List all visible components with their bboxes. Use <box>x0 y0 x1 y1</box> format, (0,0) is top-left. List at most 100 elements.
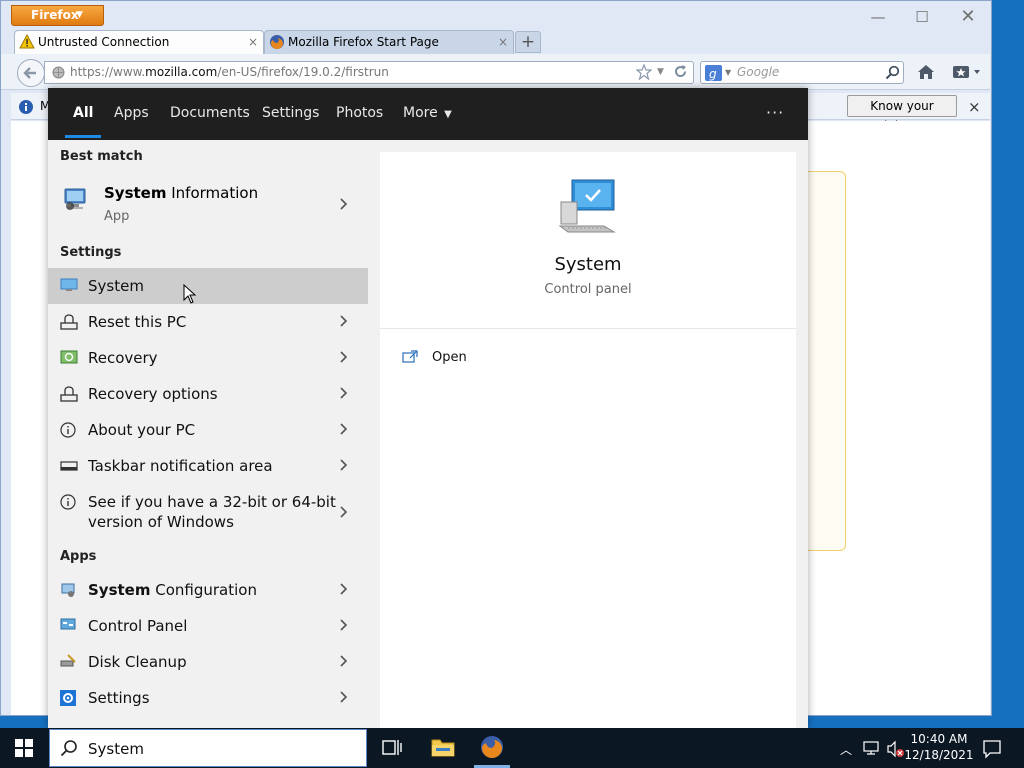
taskbar-icon <box>60 458 78 476</box>
chevron-right-icon[interactable] <box>336 616 350 634</box>
control-panel-icon <box>60 618 76 636</box>
show-hidden-icons-chevron-icon[interactable]: ︿ <box>840 741 852 758</box>
close-window-button[interactable]: ✕ <box>946 6 990 28</box>
search-engine-dropdown-icon[interactable]: ▼ <box>725 62 731 83</box>
settings-item-system[interactable]: System <box>48 268 368 304</box>
chevron-right-icon[interactable] <box>336 384 350 402</box>
search-icon <box>60 739 78 761</box>
filter-tab-apps[interactable]: Apps <box>114 88 149 140</box>
settings-item-label-line2: version of Windows <box>88 513 234 531</box>
chevron-right-icon[interactable] <box>336 580 350 598</box>
magnifier-icon[interactable] <box>885 65 900 87</box>
monitor-icon <box>60 278 78 296</box>
settings-item-32-or-64-bit[interactable]: See if you have a 32-bit or 64-bit versi… <box>48 484 368 540</box>
firefox-taskbar-icon[interactable] <box>480 735 504 763</box>
info-circle-icon <box>18 99 34 115</box>
tab-untrusted-connection[interactable]: Untrusted Connection × <box>14 30 264 54</box>
firefox-logo-icon <box>269 34 285 50</box>
selected-tab-indicator <box>65 135 101 138</box>
firefox-menu-button[interactable]: Firefox ▼ <box>11 5 104 26</box>
chevron-right-icon[interactable] <box>336 503 350 521</box>
clock-time: 10:40 AM <box>910 732 968 746</box>
search-filter-bar: All Apps Documents Settings Photos More … <box>48 88 808 140</box>
action-center-icon[interactable] <box>982 739 1002 763</box>
filter-tab-documents[interactable]: Documents <box>170 88 250 140</box>
windows-start-icon[interactable] <box>14 738 34 762</box>
chevron-right-icon[interactable] <box>336 652 350 670</box>
settings-item-reset-this-pc[interactable]: Reset this PC <box>48 304 368 340</box>
preview-title: System <box>554 254 622 275</box>
recovery-icon <box>60 350 78 370</box>
chevron-right-icon[interactable] <box>336 348 350 366</box>
more-label: More <box>403 105 438 121</box>
chevron-right-icon[interactable] <box>336 312 350 330</box>
settings-item-recovery[interactable]: Recovery <box>48 340 368 376</box>
apps-heading: Apps <box>60 549 97 564</box>
taskbar-search-box[interactable]: System <box>49 729 367 767</box>
filter-tab-settings[interactable]: Settings <box>262 88 319 140</box>
close-tab-icon[interactable]: × <box>498 31 508 53</box>
chevron-right-icon[interactable] <box>336 195 350 217</box>
settings-item-label: About your PC <box>88 421 196 439</box>
preview-divider <box>380 328 796 329</box>
close-infobar-icon[interactable]: × <box>968 98 981 116</box>
firefox-menu-label: Firefox <box>31 8 79 22</box>
chevron-right-icon[interactable] <box>336 456 350 474</box>
google-icon: g <box>705 65 722 88</box>
warning-icon <box>19 34 35 49</box>
network-icon[interactable] <box>862 740 880 760</box>
bookmarks-menu-icon[interactable] <box>952 64 984 80</box>
info-icon <box>60 422 76 442</box>
filter-tab-all[interactable]: All <box>73 88 93 140</box>
tab-firefox-start-page[interactable]: Mozilla Firefox Start Page × <box>264 30 514 54</box>
reload-icon[interactable] <box>673 64 688 79</box>
settings-item-recovery-options[interactable]: Recovery options <box>48 376 368 412</box>
settings-item-label: Recovery options <box>88 385 218 403</box>
disk-cleanup-icon <box>60 654 76 672</box>
settings-item-label: Taskbar notification area <box>88 457 273 475</box>
app-item-control-panel[interactable]: Control Panel <box>48 608 368 644</box>
app-item-label: Disk Cleanup <box>88 653 187 671</box>
system-clock[interactable]: 10:40 AM 12/18/2021 <box>904 731 974 763</box>
chevron-right-icon[interactable] <box>336 688 350 706</box>
best-match-title-bold: System <box>104 184 167 202</box>
url-bar[interactable]: https://www.mozilla.com/en-US/firefox/19… <box>44 61 694 84</box>
new-tab-button[interactable]: + <box>515 31 541 53</box>
app-item-system-configuration[interactable]: System Configuration <box>48 572 368 608</box>
back-button[interactable] <box>17 59 45 87</box>
tab-label: Untrusted Connection <box>38 35 170 49</box>
globe-icon <box>52 66 65 79</box>
app-item-settings[interactable]: Settings <box>48 680 368 716</box>
more-options-button[interactable]: ··· <box>766 88 784 140</box>
home-icon[interactable] <box>917 64 935 80</box>
chevron-right-icon[interactable] <box>336 420 350 438</box>
settings-item-taskbar-notification-area[interactable]: Taskbar notification area <box>48 448 368 484</box>
url-domain: mozilla.com <box>145 65 218 79</box>
best-match-item[interactable]: System Information App <box>48 172 368 234</box>
know-your-rights-button[interactable]: Know your rights... <box>847 95 957 133</box>
maximize-button[interactable]: ☐ <box>900 6 944 28</box>
app-item-disk-cleanup[interactable]: Disk Cleanup <box>48 644 368 680</box>
volume-muted-icon[interactable] <box>886 740 906 762</box>
close-tab-icon[interactable]: × <box>248 31 258 53</box>
settings-item-label: Reset this PC <box>88 313 187 331</box>
task-view-icon[interactable] <box>381 738 403 762</box>
file-explorer-icon[interactable] <box>431 737 455 761</box>
best-match-title: System Information <box>104 184 258 202</box>
settings-item-about-your-pc[interactable]: About your PC <box>48 412 368 448</box>
app-item-label: Control Panel <box>88 617 188 635</box>
bookmark-star-icon[interactable] <box>636 64 652 80</box>
filter-tab-photos[interactable]: Photos <box>336 88 383 140</box>
app-item-label: Settings <box>88 689 150 707</box>
clock-date: 12/18/2021 <box>904 748 974 762</box>
chevron-down-icon: ▼ <box>76 10 83 20</box>
search-bar[interactable]: g ▼ Google <box>700 61 904 84</box>
best-match-heading: Best match <box>60 149 143 164</box>
filter-tab-more[interactable]: More ▼ <box>403 88 452 140</box>
preview-pane <box>380 152 796 728</box>
minimize-button[interactable]: — <box>856 6 900 28</box>
url-dropdown-icon[interactable]: ▼ <box>657 67 664 77</box>
mouse-cursor-icon <box>183 283 197 308</box>
settings-heading: Settings <box>60 245 122 260</box>
info-icon <box>60 494 76 514</box>
